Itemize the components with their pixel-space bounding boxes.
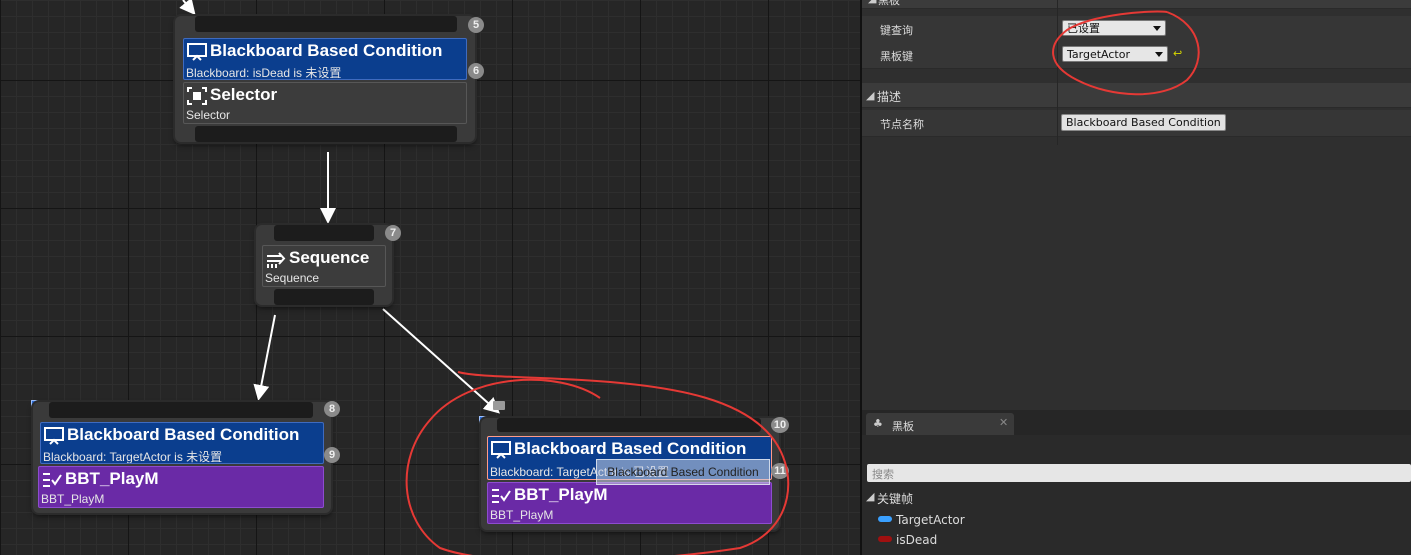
- tab-blackboard[interactable]: ♣ 黑板 ✕: [866, 413, 1014, 435]
- search-input[interactable]: 搜索: [867, 464, 1411, 482]
- object-type-icon: [878, 516, 892, 522]
- key-name: isDead: [896, 533, 938, 547]
- blackboard-tab-icon: ♣: [873, 417, 883, 430]
- blackboard-panel: ♣ 黑板 ✕ 搜索 ◢ 关键帧 TargetActor isDead: [862, 410, 1411, 555]
- tab-label: 黑板: [892, 420, 914, 433]
- collapse-arrow-icon: ◢: [866, 490, 875, 503]
- key-item-targetactor[interactable]: TargetActor: [878, 512, 1178, 530]
- behavior-tree-graph[interactable]: Blackboard Based Condition Blackboard: i…: [0, 0, 860, 555]
- details-panel: ◢ 黑板 键查询 已设置 黑板键 TargetActor ↩ ◢ 描述 节点名称…: [862, 0, 1411, 410]
- key-name: TargetActor: [896, 513, 965, 527]
- annotation-circle: [405, 371, 790, 555]
- bool-type-icon: [878, 536, 892, 542]
- annotation-circle: [1052, 10, 1200, 96]
- close-icon[interactable]: ✕: [999, 416, 1008, 429]
- section-title: 关键帧: [877, 492, 914, 506]
- key-item-isdead[interactable]: isDead: [878, 532, 1178, 550]
- search-placeholder: 搜索: [872, 468, 894, 481]
